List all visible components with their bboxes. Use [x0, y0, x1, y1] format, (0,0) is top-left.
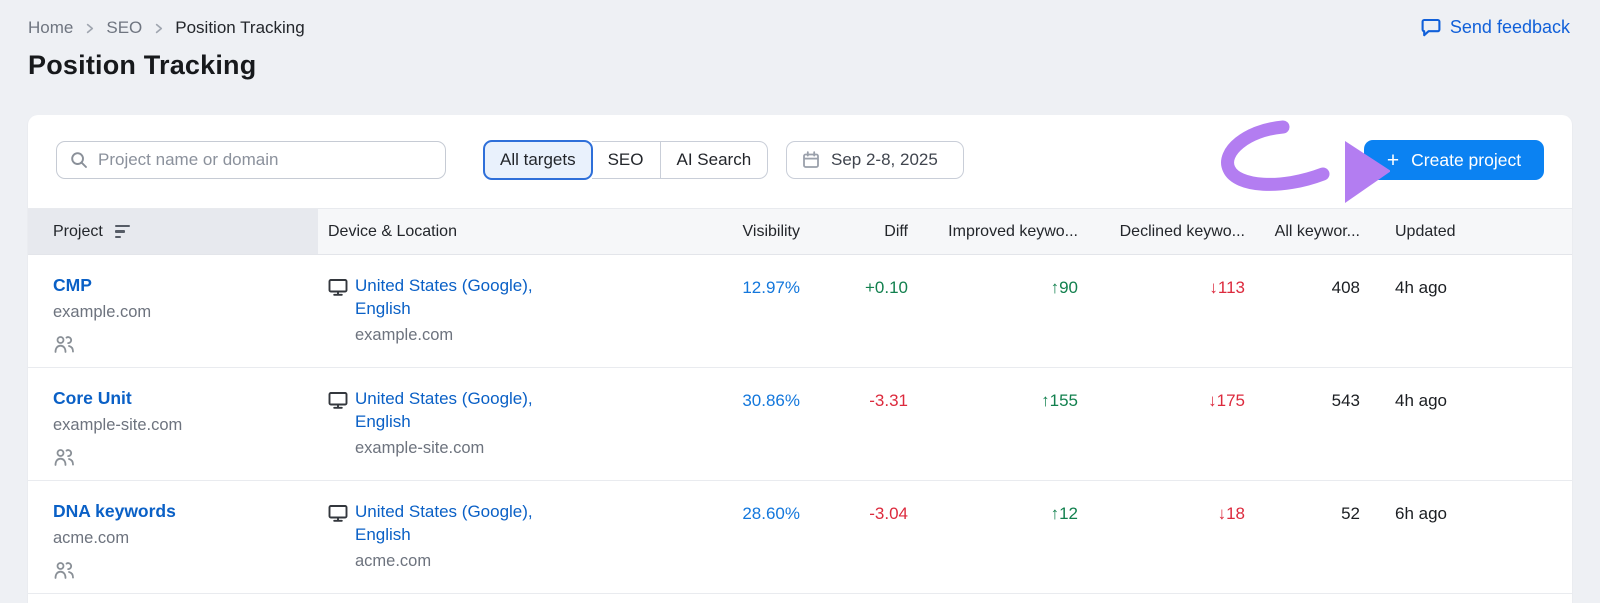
project-domain: example-site.com: [53, 416, 318, 435]
project-domain: acme.com: [53, 529, 318, 548]
chevron-right-icon: [152, 22, 165, 35]
project-link[interactable]: CMP: [53, 275, 318, 296]
column-header-updated: Updated: [1360, 209, 1572, 254]
breadcrumb-seo[interactable]: SEO: [106, 18, 142, 38]
table-header: Project Device & Location Visibility Dif…: [28, 208, 1572, 255]
column-header-declined: Declined keywo...: [1078, 209, 1245, 254]
tab-all-targets[interactable]: All targets: [483, 140, 593, 180]
column-header-improved: Improved keywo...: [908, 209, 1078, 254]
table-row: DNA keywords acme.com United States (Goo…: [28, 481, 1572, 594]
location-domain: acme.com: [355, 552, 563, 571]
updated-value: 6h ago: [1395, 504, 1447, 524]
visibility-value[interactable]: 12.97%: [742, 278, 800, 298]
table-row: CMP example.com United States (Google), …: [28, 255, 1572, 368]
visibility-value[interactable]: 28.60%: [742, 504, 800, 524]
create-project-label: Create project: [1411, 150, 1521, 171]
desktop-icon: [328, 275, 348, 367]
diff-value: -3.04: [869, 504, 908, 524]
tab-seo[interactable]: SEO: [592, 141, 661, 179]
updated-value: 4h ago: [1395, 278, 1447, 298]
column-header-project[interactable]: Project: [28, 209, 318, 254]
send-feedback-label: Send feedback: [1450, 17, 1570, 38]
declined-keywords-value: ↓175: [1208, 391, 1245, 411]
create-project-button[interactable]: + Create project: [1364, 140, 1544, 180]
send-feedback-link[interactable]: Send feedback: [1420, 16, 1570, 38]
project-link[interactable]: DNA keywords: [53, 501, 318, 522]
column-header-visibility: Visibility: [648, 209, 800, 254]
visibility-value[interactable]: 30.86%: [742, 391, 800, 411]
diff-value: +0.10: [865, 278, 908, 298]
location-link[interactable]: United States (Google), English: [355, 501, 563, 547]
breadcrumb-current: Position Tracking: [175, 18, 304, 38]
improved-keywords-value: ↑12: [1051, 504, 1078, 524]
plus-icon: +: [1387, 150, 1399, 171]
column-header-all-keywords: All keywor...: [1245, 209, 1360, 254]
date-range-label: Sep 2-8, 2025: [831, 150, 938, 170]
improved-keywords-value: ↑155: [1041, 391, 1078, 411]
all-keywords-value: 52: [1341, 504, 1360, 524]
shared-users-icon: [53, 335, 318, 359]
calendar-icon: [801, 150, 821, 170]
date-range-picker[interactable]: Sep 2-8, 2025: [786, 141, 964, 179]
declined-keywords-value: ↓18: [1218, 504, 1245, 524]
page-title: Position Tracking: [28, 50, 256, 81]
shared-users-icon: [53, 448, 318, 472]
desktop-icon: [328, 388, 348, 480]
column-header-diff: Diff: [800, 209, 908, 254]
all-keywords-value: 408: [1332, 278, 1360, 298]
location-link[interactable]: United States (Google), English: [355, 275, 563, 321]
updated-value: 4h ago: [1395, 391, 1447, 411]
sort-icon: [115, 225, 130, 239]
tab-ai-search[interactable]: AI Search: [661, 141, 769, 179]
declined-keywords-value: ↓113: [1209, 278, 1245, 298]
location-link[interactable]: United States (Google), English: [355, 388, 563, 434]
projects-card: All targets SEO AI Search Sep 2-8, 2025 …: [28, 115, 1572, 603]
project-link[interactable]: Core Unit: [53, 388, 318, 409]
desktop-icon: [328, 501, 348, 593]
project-search[interactable]: [56, 141, 446, 179]
search-input[interactable]: [98, 150, 433, 170]
all-keywords-value: 543: [1332, 391, 1360, 411]
project-domain: example.com: [53, 303, 318, 322]
search-icon: [69, 150, 89, 170]
chevron-right-icon: [83, 22, 96, 35]
target-filter-tabs: All targets SEO AI Search: [484, 141, 768, 179]
improved-keywords-value: ↑90: [1051, 278, 1078, 298]
breadcrumb-home[interactable]: Home: [28, 18, 73, 38]
location-domain: example.com: [355, 326, 563, 345]
diff-value: -3.31: [869, 391, 908, 411]
table-row: Core Unit example-site.com United States…: [28, 368, 1572, 481]
feedback-bubble-icon: [1420, 16, 1442, 38]
column-header-device-location: Device & Location: [318, 209, 648, 254]
location-domain: example-site.com: [355, 439, 563, 458]
shared-users-icon: [53, 561, 318, 585]
breadcrumb: Home SEO Position Tracking: [28, 18, 305, 38]
